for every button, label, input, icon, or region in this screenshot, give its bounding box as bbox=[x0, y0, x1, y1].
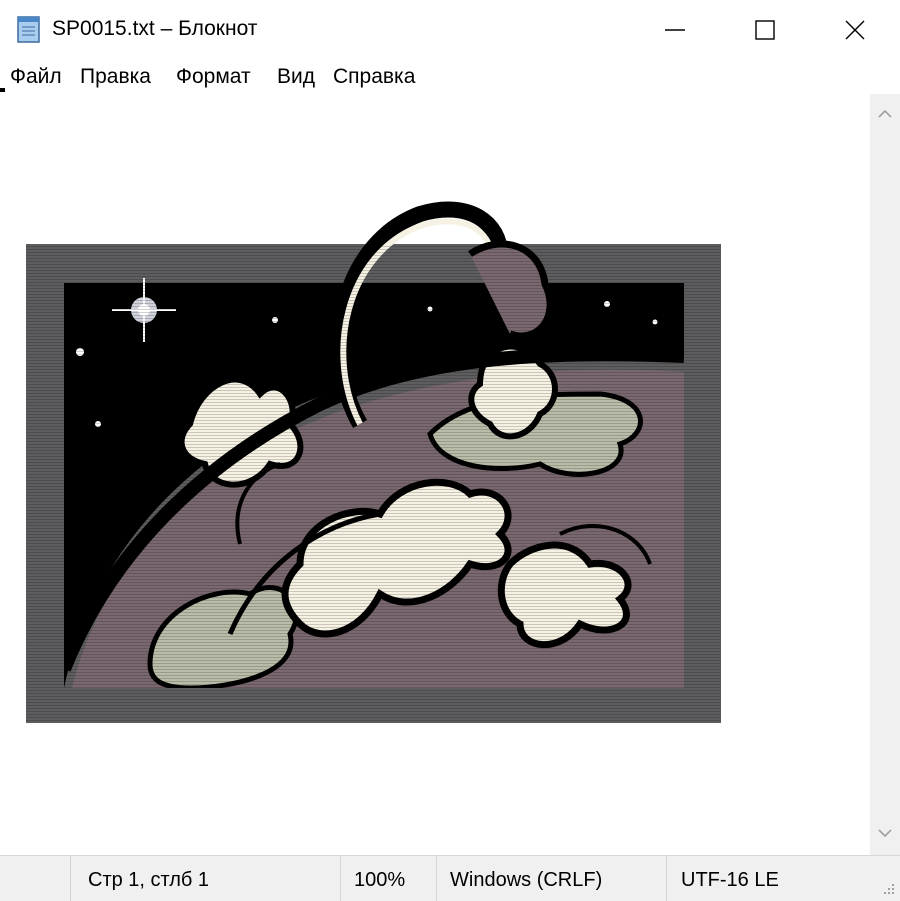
menu-view[interactable]: Вид bbox=[277, 65, 315, 89]
maximize-icon bbox=[755, 20, 775, 40]
menu-edit[interactable]: Правка bbox=[80, 65, 151, 89]
menu-bar: Файл Правка Формат Вид Справка bbox=[0, 60, 900, 94]
vertical-scrollbar[interactable] bbox=[870, 94, 900, 855]
close-button[interactable] bbox=[810, 0, 900, 60]
zoom-level: 100% bbox=[354, 869, 406, 891]
resize-grip-icon[interactable] bbox=[880, 880, 896, 896]
status-separator bbox=[340, 856, 341, 901]
minimize-button[interactable] bbox=[630, 0, 720, 60]
maximize-button[interactable] bbox=[720, 0, 810, 60]
notepad-icon bbox=[14, 14, 44, 44]
status-bar: Стр 1, стлб 1 100% Windows (CRLF) UTF-16… bbox=[0, 855, 900, 901]
menu-help[interactable]: Справка bbox=[333, 65, 415, 89]
menu-file[interactable]: Файл bbox=[10, 65, 62, 89]
title-bar[interactable]: SP0015.txt – Блокнот bbox=[0, 0, 900, 60]
line-endings: Windows (CRLF) bbox=[450, 869, 603, 891]
text-editor-area[interactable] bbox=[0, 94, 870, 855]
scroll-up-arrow-icon[interactable] bbox=[877, 108, 893, 120]
status-separator bbox=[70, 856, 71, 901]
window-title: SP0015.txt – Блокнот bbox=[52, 17, 258, 40]
encoding: UTF-16 LE bbox=[681, 869, 779, 891]
cursor-position: Стр 1, стлб 1 bbox=[88, 869, 210, 891]
menu-format[interactable]: Формат bbox=[176, 65, 251, 89]
status-separator bbox=[666, 856, 667, 901]
text-caret bbox=[0, 88, 5, 92]
close-icon bbox=[845, 20, 865, 40]
scroll-down-arrow-icon[interactable] bbox=[877, 827, 893, 839]
space-planet-clipart bbox=[26, 201, 721, 723]
minimize-icon bbox=[665, 29, 685, 31]
status-separator bbox=[436, 856, 437, 901]
